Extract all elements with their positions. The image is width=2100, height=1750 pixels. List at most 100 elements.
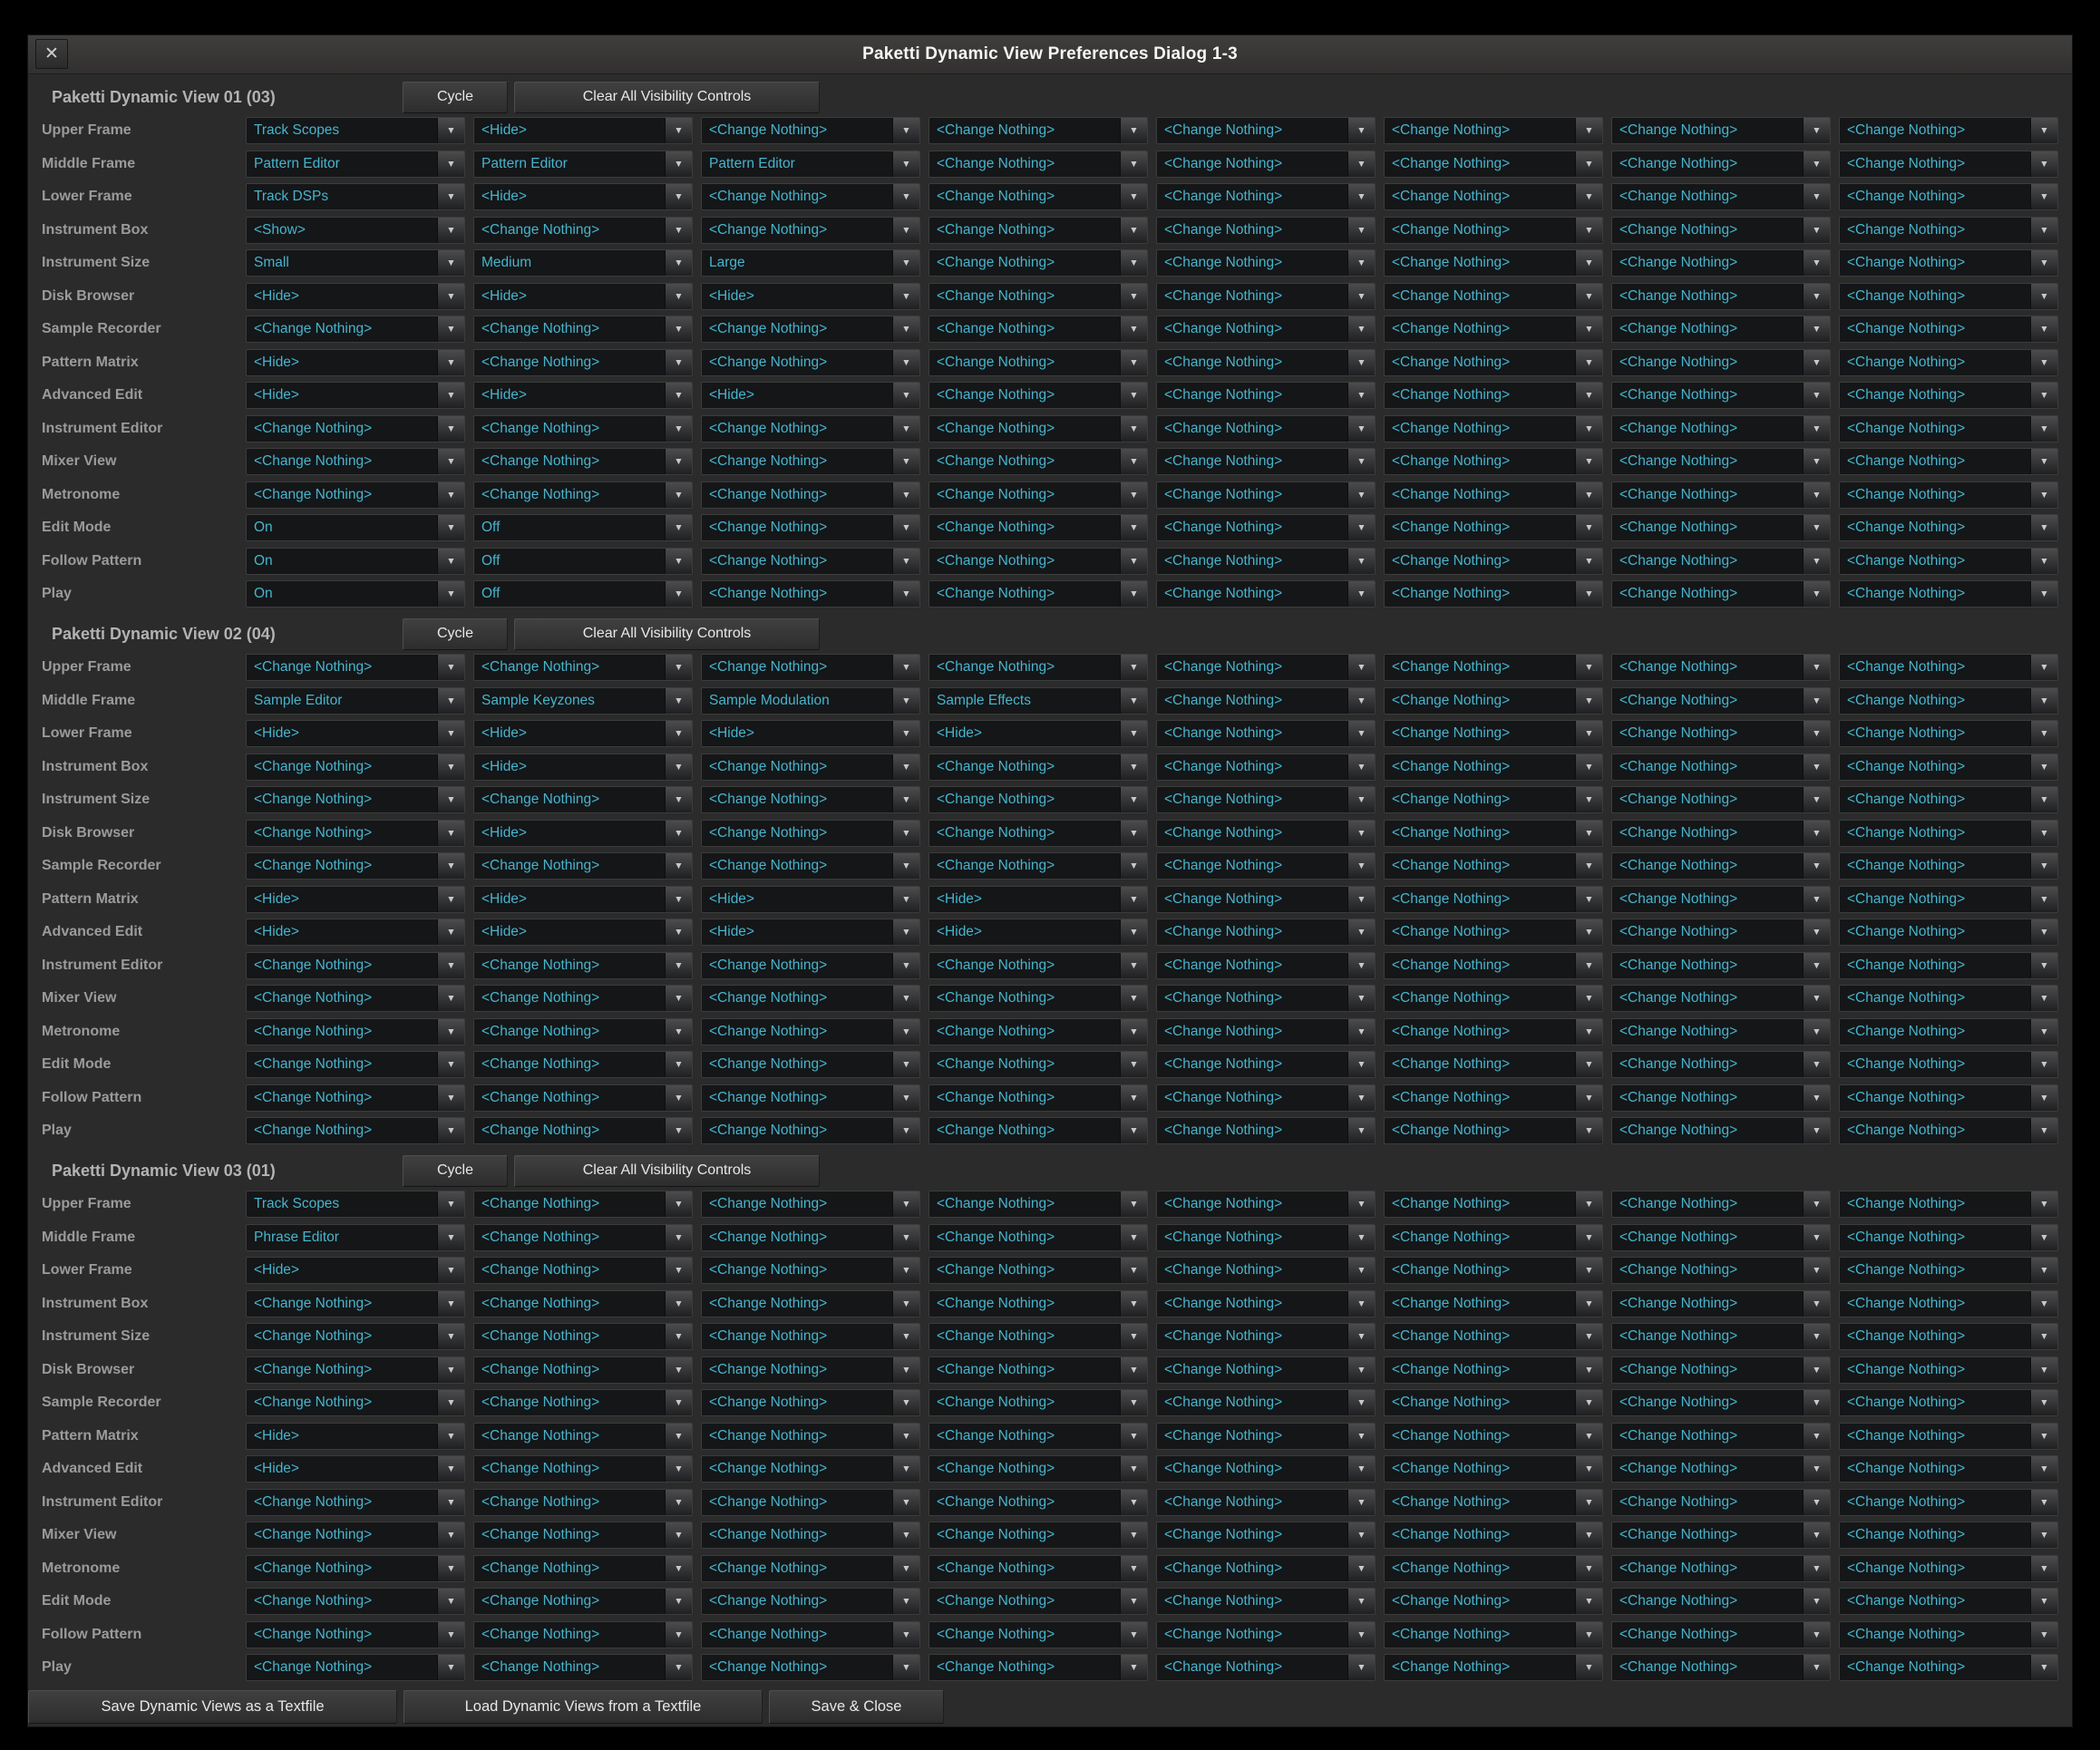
dropdown-s3-metronome-c3[interactable]: <Change Nothing> ▼ <box>701 1555 920 1582</box>
dropdown-s1-instrument-box-c1[interactable]: <Show> ▼ <box>246 217 465 244</box>
dropdown-s3-instrument-editor-c7[interactable]: <Change Nothing> ▼ <box>1611 1489 1831 1516</box>
dropdown-s1-pattern-matrix-c2[interactable]: <Change Nothing> ▼ <box>473 349 693 376</box>
dropdown-s3-lower-frame-c4[interactable]: <Change Nothing> ▼ <box>928 1257 1148 1284</box>
dropdown-s1-sample-recorder-c7[interactable]: <Change Nothing> ▼ <box>1611 316 1831 343</box>
dropdown-s3-sample-recorder-c1[interactable]: <Change Nothing> ▼ <box>246 1389 465 1416</box>
dropdown-s1-advanced-edit-c4[interactable]: <Change Nothing> ▼ <box>928 382 1148 409</box>
dropdown-s3-edit-mode-c8[interactable]: <Change Nothing> ▼ <box>1839 1588 2058 1615</box>
dropdown-s3-instrument-size-c6[interactable]: <Change Nothing> ▼ <box>1384 1323 1603 1350</box>
dropdown-s1-lower-frame-c4[interactable]: <Change Nothing> ▼ <box>928 183 1148 210</box>
dropdown-s2-follow-pattern-c5[interactable]: <Change Nothing> ▼ <box>1156 1084 1376 1112</box>
dropdown-s1-metronome-c5[interactable]: <Change Nothing> ▼ <box>1156 481 1376 509</box>
dropdown-s2-instrument-size-c5[interactable]: <Change Nothing> ▼ <box>1156 786 1376 813</box>
dropdown-s2-lower-frame-c4[interactable]: <Hide> ▼ <box>928 720 1148 747</box>
dropdown-s1-edit-mode-c2[interactable]: Off ▼ <box>473 514 693 541</box>
dropdown-s3-metronome-c5[interactable]: <Change Nothing> ▼ <box>1156 1555 1376 1582</box>
dropdown-s3-play-c7[interactable]: <Change Nothing> ▼ <box>1611 1654 1831 1681</box>
dropdown-s2-lower-frame-c5[interactable]: <Change Nothing> ▼ <box>1156 720 1376 747</box>
dropdown-s2-upper-frame-c3[interactable]: <Change Nothing> ▼ <box>701 654 920 681</box>
dropdown-s3-instrument-size-c5[interactable]: <Change Nothing> ▼ <box>1156 1323 1376 1350</box>
dropdown-s1-instrument-box-c8[interactable]: <Change Nothing> ▼ <box>1839 217 2058 244</box>
dropdown-s1-lower-frame-c6[interactable]: <Change Nothing> ▼ <box>1384 183 1603 210</box>
dropdown-s3-lower-frame-c3[interactable]: <Change Nothing> ▼ <box>701 1257 920 1284</box>
dropdown-s3-lower-frame-c1[interactable]: <Hide> ▼ <box>246 1257 465 1284</box>
dropdown-s1-follow-pattern-c7[interactable]: <Change Nothing> ▼ <box>1611 548 1831 575</box>
dropdown-s3-lower-frame-c8[interactable]: <Change Nothing> ▼ <box>1839 1257 2058 1284</box>
clear-all-visibility-button[interactable]: Clear All Visibility Controls <box>514 1155 820 1187</box>
dropdown-s1-upper-frame-c5[interactable]: <Change Nothing> ▼ <box>1156 117 1376 144</box>
dropdown-s3-sample-recorder-c3[interactable]: <Change Nothing> ▼ <box>701 1389 920 1416</box>
dropdown-s1-disk-browser-c7[interactable]: <Change Nothing> ▼ <box>1611 283 1831 310</box>
dropdown-s2-lower-frame-c8[interactable]: <Change Nothing> ▼ <box>1839 720 2058 747</box>
dropdown-s1-edit-mode-c7[interactable]: <Change Nothing> ▼ <box>1611 514 1831 541</box>
dropdown-s1-metronome-c3[interactable]: <Change Nothing> ▼ <box>701 481 920 509</box>
dropdown-s2-follow-pattern-c8[interactable]: <Change Nothing> ▼ <box>1839 1084 2058 1112</box>
dropdown-s3-instrument-box-c1[interactable]: <Change Nothing> ▼ <box>246 1290 465 1317</box>
dropdown-s1-play-c3[interactable]: <Change Nothing> ▼ <box>701 580 920 608</box>
dropdown-s1-lower-frame-c5[interactable]: <Change Nothing> ▼ <box>1156 183 1376 210</box>
dropdown-s3-follow-pattern-c5[interactable]: <Change Nothing> ▼ <box>1156 1621 1376 1648</box>
dropdown-s1-mixer-view-c2[interactable]: <Change Nothing> ▼ <box>473 448 693 475</box>
dropdown-s1-upper-frame-c1[interactable]: Track Scopes ▼ <box>246 117 465 144</box>
dropdown-s3-advanced-edit-c3[interactable]: <Change Nothing> ▼ <box>701 1455 920 1483</box>
dropdown-s3-play-c5[interactable]: <Change Nothing> ▼ <box>1156 1654 1376 1681</box>
dropdown-s2-advanced-edit-c1[interactable]: <Hide> ▼ <box>246 919 465 946</box>
dropdown-s1-instrument-editor-c1[interactable]: <Change Nothing> ▼ <box>246 415 465 442</box>
dropdown-s1-instrument-size-c6[interactable]: <Change Nothing> ▼ <box>1384 249 1603 277</box>
dropdown-s1-mixer-view-c6[interactable]: <Change Nothing> ▼ <box>1384 448 1603 475</box>
dropdown-s2-sample-recorder-c2[interactable]: <Change Nothing> ▼ <box>473 852 693 880</box>
dropdown-s2-metronome-c5[interactable]: <Change Nothing> ▼ <box>1156 1018 1376 1045</box>
dropdown-s3-disk-browser-c7[interactable]: <Change Nothing> ▼ <box>1611 1356 1831 1384</box>
dropdown-s1-follow-pattern-c5[interactable]: <Change Nothing> ▼ <box>1156 548 1376 575</box>
dropdown-s3-play-c1[interactable]: <Change Nothing> ▼ <box>246 1654 465 1681</box>
dropdown-s2-upper-frame-c2[interactable]: <Change Nothing> ▼ <box>473 654 693 681</box>
dropdown-s3-instrument-size-c8[interactable]: <Change Nothing> ▼ <box>1839 1323 2058 1350</box>
dropdown-s2-upper-frame-c4[interactable]: <Change Nothing> ▼ <box>928 654 1148 681</box>
dropdown-s3-play-c8[interactable]: <Change Nothing> ▼ <box>1839 1654 2058 1681</box>
dropdown-s3-advanced-edit-c2[interactable]: <Change Nothing> ▼ <box>473 1455 693 1483</box>
dropdown-s1-advanced-edit-c1[interactable]: <Hide> ▼ <box>246 382 465 409</box>
dropdown-s1-play-c5[interactable]: <Change Nothing> ▼ <box>1156 580 1376 608</box>
dropdown-s2-lower-frame-c3[interactable]: <Hide> ▼ <box>701 720 920 747</box>
dropdown-s1-disk-browser-c1[interactable]: <Hide> ▼ <box>246 283 465 310</box>
dropdown-s3-pattern-matrix-c3[interactable]: <Change Nothing> ▼ <box>701 1423 920 1450</box>
dropdown-s2-advanced-edit-c5[interactable]: <Change Nothing> ▼ <box>1156 919 1376 946</box>
dropdown-s3-instrument-box-c4[interactable]: <Change Nothing> ▼ <box>928 1290 1148 1317</box>
dropdown-s2-play-c8[interactable]: <Change Nothing> ▼ <box>1839 1117 2058 1144</box>
dropdown-s1-lower-frame-c1[interactable]: Track DSPs ▼ <box>246 183 465 210</box>
dropdown-s2-upper-frame-c7[interactable]: <Change Nothing> ▼ <box>1611 654 1831 681</box>
dropdown-s3-instrument-editor-c2[interactable]: <Change Nothing> ▼ <box>473 1489 693 1516</box>
dropdown-s3-metronome-c8[interactable]: <Change Nothing> ▼ <box>1839 1555 2058 1582</box>
dropdown-s3-instrument-size-c7[interactable]: <Change Nothing> ▼ <box>1611 1323 1831 1350</box>
dropdown-s3-mixer-view-c5[interactable]: <Change Nothing> ▼ <box>1156 1522 1376 1549</box>
dropdown-s2-sample-recorder-c8[interactable]: <Change Nothing> ▼ <box>1839 852 2058 880</box>
dropdown-s1-sample-recorder-c5[interactable]: <Change Nothing> ▼ <box>1156 316 1376 343</box>
dropdown-s2-middle-frame-c8[interactable]: <Change Nothing> ▼ <box>1839 687 2058 715</box>
dropdown-s1-middle-frame-c3[interactable]: Pattern Editor ▼ <box>701 151 920 178</box>
dropdown-s3-metronome-c2[interactable]: <Change Nothing> ▼ <box>473 1555 693 1582</box>
dropdown-s3-instrument-editor-c4[interactable]: <Change Nothing> ▼ <box>928 1489 1148 1516</box>
dropdown-s2-metronome-c4[interactable]: <Change Nothing> ▼ <box>928 1018 1148 1045</box>
dropdown-s1-instrument-editor-c4[interactable]: <Change Nothing> ▼ <box>928 415 1148 442</box>
dropdown-s3-metronome-c7[interactable]: <Change Nothing> ▼ <box>1611 1555 1831 1582</box>
dropdown-s3-instrument-editor-c1[interactable]: <Change Nothing> ▼ <box>246 1489 465 1516</box>
dropdown-s1-middle-frame-c8[interactable]: <Change Nothing> ▼ <box>1839 151 2058 178</box>
clear-all-visibility-button[interactable]: Clear All Visibility Controls <box>514 82 820 113</box>
dropdown-s1-middle-frame-c4[interactable]: <Change Nothing> ▼ <box>928 151 1148 178</box>
dropdown-s2-edit-mode-c7[interactable]: <Change Nothing> ▼ <box>1611 1051 1831 1078</box>
dropdown-s1-instrument-editor-c6[interactable]: <Change Nothing> ▼ <box>1384 415 1603 442</box>
dropdown-s2-pattern-matrix-c2[interactable]: <Hide> ▼ <box>473 886 693 913</box>
dropdown-s3-edit-mode-c3[interactable]: <Change Nothing> ▼ <box>701 1588 920 1615</box>
dropdown-s1-sample-recorder-c1[interactable]: <Change Nothing> ▼ <box>246 316 465 343</box>
dropdown-s3-middle-frame-c8[interactable]: <Change Nothing> ▼ <box>1839 1224 2058 1251</box>
dropdown-s1-mixer-view-c3[interactable]: <Change Nothing> ▼ <box>701 448 920 475</box>
dropdown-s2-mixer-view-c2[interactable]: <Change Nothing> ▼ <box>473 985 693 1012</box>
dropdown-s2-follow-pattern-c6[interactable]: <Change Nothing> ▼ <box>1384 1084 1603 1112</box>
dropdown-s1-metronome-c2[interactable]: <Change Nothing> ▼ <box>473 481 693 509</box>
dropdown-s2-edit-mode-c1[interactable]: <Change Nothing> ▼ <box>246 1051 465 1078</box>
dropdown-s2-advanced-edit-c7[interactable]: <Change Nothing> ▼ <box>1611 919 1831 946</box>
dropdown-s2-instrument-box-c2[interactable]: <Hide> ▼ <box>473 753 693 781</box>
dropdown-s1-instrument-size-c1[interactable]: Small ▼ <box>246 249 465 277</box>
dropdown-s1-instrument-size-c3[interactable]: Large ▼ <box>701 249 920 277</box>
dropdown-s1-edit-mode-c6[interactable]: <Change Nothing> ▼ <box>1384 514 1603 541</box>
